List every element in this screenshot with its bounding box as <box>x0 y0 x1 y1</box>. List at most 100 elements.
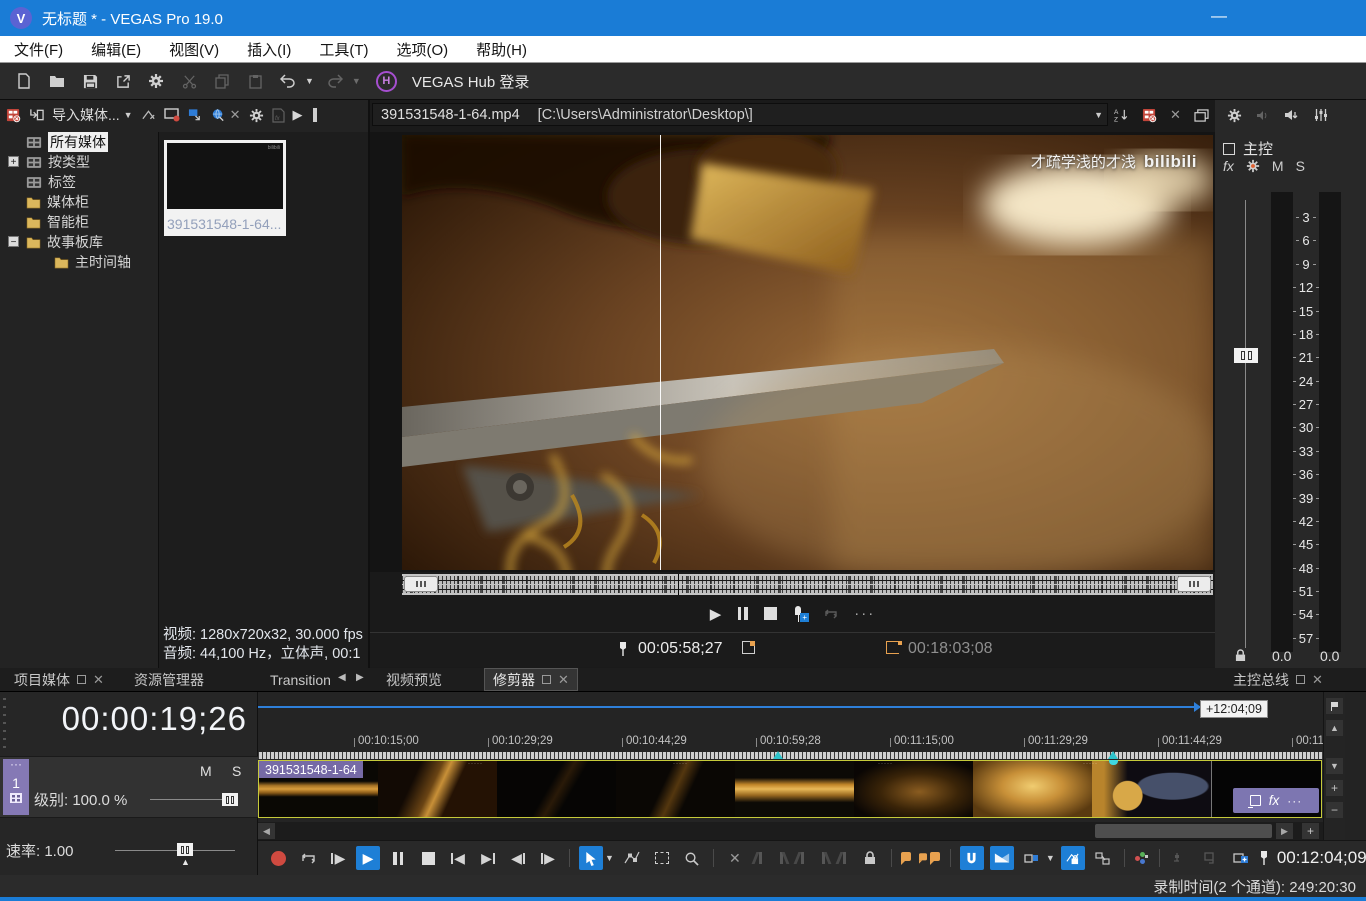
tab-float-icon[interactable] <box>542 675 551 684</box>
menu-insert[interactable]: 插入(I) <box>233 36 305 62</box>
get-media-web-icon[interactable] <box>211 108 226 122</box>
trimmer-cursor-time[interactable]: 00:05:58;27 <box>638 640 723 658</box>
downmix-icon[interactable] <box>1256 110 1270 121</box>
trimmer-stop-icon[interactable] <box>764 607 778 620</box>
trimmer-file-selector[interactable]: 391531548-1-64.mp4 [C:\Users\Administrat… <box>372 103 1108 126</box>
dim-output-speaker-icon[interactable] <box>1284 109 1300 122</box>
master-fx-button[interactable]: fx <box>1223 158 1234 174</box>
insert-region-button[interactable] <box>917 846 941 870</box>
project-properties-icon[interactable] <box>111 68 135 94</box>
capture-monitor-icon[interactable] <box>163 108 180 122</box>
transport-timecode[interactable]: 00:12:04;09 <box>1277 848 1366 868</box>
go-to-start-button[interactable]: ◀ <box>446 846 470 870</box>
tab-close-icon[interactable]: ✕ <box>558 672 569 688</box>
media-properties-gear-icon[interactable] <box>249 108 264 123</box>
selection-tool[interactable] <box>650 846 674 870</box>
add-across-tracks-icon[interactable] <box>1229 846 1253 870</box>
rate-handle[interactable] <box>177 843 193 856</box>
insert-marker-button[interactable] <box>900 852 911 865</box>
import-media-button[interactable]: 导入媒体... <box>52 105 120 125</box>
tree-item-main-timeline[interactable]: 主时间轴 <box>0 252 158 272</box>
rate-slider[interactable] <box>115 850 235 851</box>
redo-icon[interactable] <box>323 68 347 94</box>
redo-dropdown-icon[interactable]: ▼ <box>352 76 361 86</box>
vegas-hub-icon[interactable]: H <box>375 70 397 92</box>
menu-view[interactable]: 视图(V) <box>155 36 233 62</box>
trimmer-more-icon[interactable]: ··· <box>854 605 875 622</box>
copy-icon[interactable] <box>210 68 234 94</box>
tab-scroll-left-icon[interactable]: ◀ <box>338 672 346 683</box>
paste-icon[interactable] <box>243 68 267 94</box>
record-button[interactable] <box>266 846 290 870</box>
trimmer-play-icon[interactable]: ▶ <box>710 605 722 623</box>
go-to-end-button[interactable]: ▶ <box>476 846 500 870</box>
snap-toggle[interactable] <box>959 846 984 870</box>
selection-length-icon[interactable] <box>886 640 902 654</box>
add-to-project-media-icon[interactable] <box>1142 108 1157 123</box>
zoom-tool[interactable] <box>680 846 704 870</box>
event-fx-button[interactable]: fx <box>1269 793 1280 808</box>
bus-square-icon[interactable] <box>1223 142 1235 155</box>
mixer-sliders-icon[interactable] <box>1314 108 1328 122</box>
close-media-icon[interactable]: ✕ <box>1170 107 1181 123</box>
event-more-button[interactable]: ··· <box>1287 794 1302 808</box>
normal-edit-tool[interactable] <box>579 846 603 870</box>
track-level-label[interactable]: 级别: 100.0 % <box>34 789 127 810</box>
tab-close-icon[interactable]: ✕ <box>1312 672 1323 688</box>
edit-tool-dropdown-icon[interactable]: ▼ <box>605 853 614 863</box>
tab-transitions[interactable]: Transition <box>262 668 340 691</box>
media-fx-icon[interactable]: fx <box>271 107 285 123</box>
automation-gear-icon[interactable] <box>1246 159 1260 173</box>
waveform-scroll-handle-right[interactable] <box>1177 576 1211 592</box>
track-mute-button[interactable]: M <box>200 763 212 779</box>
collapse-minus-icon[interactable]: − <box>8 236 19 248</box>
save-project-icon[interactable] <box>78 68 102 94</box>
tab-scroll-right-icon[interactable]: ▶ <box>356 672 364 683</box>
trim-start-tool[interactable] <box>751 851 768 865</box>
trimmer-end-time[interactable]: 00:18:03;08 <box>908 640 993 658</box>
tab-video-preview[interactable]: 视频预览 <box>378 668 450 691</box>
undo-dropdown-icon[interactable]: ▼ <box>305 76 314 86</box>
scroll-down-icon[interactable]: ▼ <box>1326 758 1343 774</box>
file-selector-dropdown-icon[interactable]: ▼ <box>1094 110 1103 120</box>
video-event[interactable] <box>258 760 1322 818</box>
scroll-right-icon[interactable]: ▶ <box>1276 823 1293 839</box>
mixer-settings-gear-icon[interactable] <box>1227 108 1242 123</box>
clear-tool-icon[interactable]: ✕ <box>723 846 747 870</box>
new-project-icon[interactable] <box>12 68 36 94</box>
master-solo-button[interactable]: S <box>1296 158 1305 174</box>
marker-tool-icon[interactable] <box>1326 698 1343 714</box>
lock-envelopes-toggle[interactable] <box>1060 846 1085 870</box>
sort-az-icon[interactable]: AZ <box>1114 108 1129 122</box>
video-preview[interactable]: 才疏学浅的才浅 bilibili <box>402 135 1213 570</box>
slide-tool[interactable] <box>835 851 852 865</box>
auto-crossfade-toggle[interactable] <box>989 846 1014 870</box>
trimmer-waveform[interactable] <box>402 574 1213 595</box>
add-marker-icon[interactable]: + <box>792 605 810 622</box>
scroll-left-icon[interactable]: ◀ <box>258 823 275 839</box>
lock-event-tool[interactable] <box>858 846 882 870</box>
zoom-in-track-icon[interactable]: + <box>1326 780 1343 796</box>
tab-float-icon[interactable] <box>1296 675 1305 684</box>
trimmer-pause-icon[interactable] <box>736 607 749 620</box>
ignore-event-grouping-toggle[interactable] <box>1091 846 1115 870</box>
settings-gear-icon[interactable] <box>144 68 168 94</box>
open-project-icon[interactable] <box>45 68 69 94</box>
envelope-tool[interactable] <box>620 846 644 870</box>
trim-end-tool[interactable] <box>774 851 790 865</box>
tree-item-all-media[interactable]: 所有媒体 <box>0 132 158 152</box>
cursor-marker-icon[interactable] <box>773 751 783 759</box>
time-ruler[interactable]: 00:10:15;00 00:10:29;29 00:10:44;29 00:1… <box>258 732 1345 752</box>
menu-edit[interactable]: 编辑(E) <box>77 36 155 62</box>
media-thumbnail-item[interactable]: bilibili 391531548-1-64... <box>164 140 286 236</box>
meter-lock-icon[interactable] <box>1235 649 1246 662</box>
video-track-lane[interactable]: 391531548-1-64 ····· ····· ····· ····· f… <box>258 760 1345 818</box>
float-window-icon[interactable] <box>1194 108 1209 122</box>
panel-grip[interactable] <box>3 698 6 754</box>
tab-project-media[interactable]: 项目媒体 ✕ <box>6 668 112 691</box>
next-frame-button[interactable]: ▶ <box>536 846 560 870</box>
master-mute-button[interactable]: M <box>1272 158 1284 174</box>
mixing-console-icon[interactable] <box>1169 846 1193 870</box>
minimize-button[interactable]: — <box>1204 4 1234 30</box>
tree-item-smart-bins[interactable]: 智能柜 <box>0 212 158 232</box>
